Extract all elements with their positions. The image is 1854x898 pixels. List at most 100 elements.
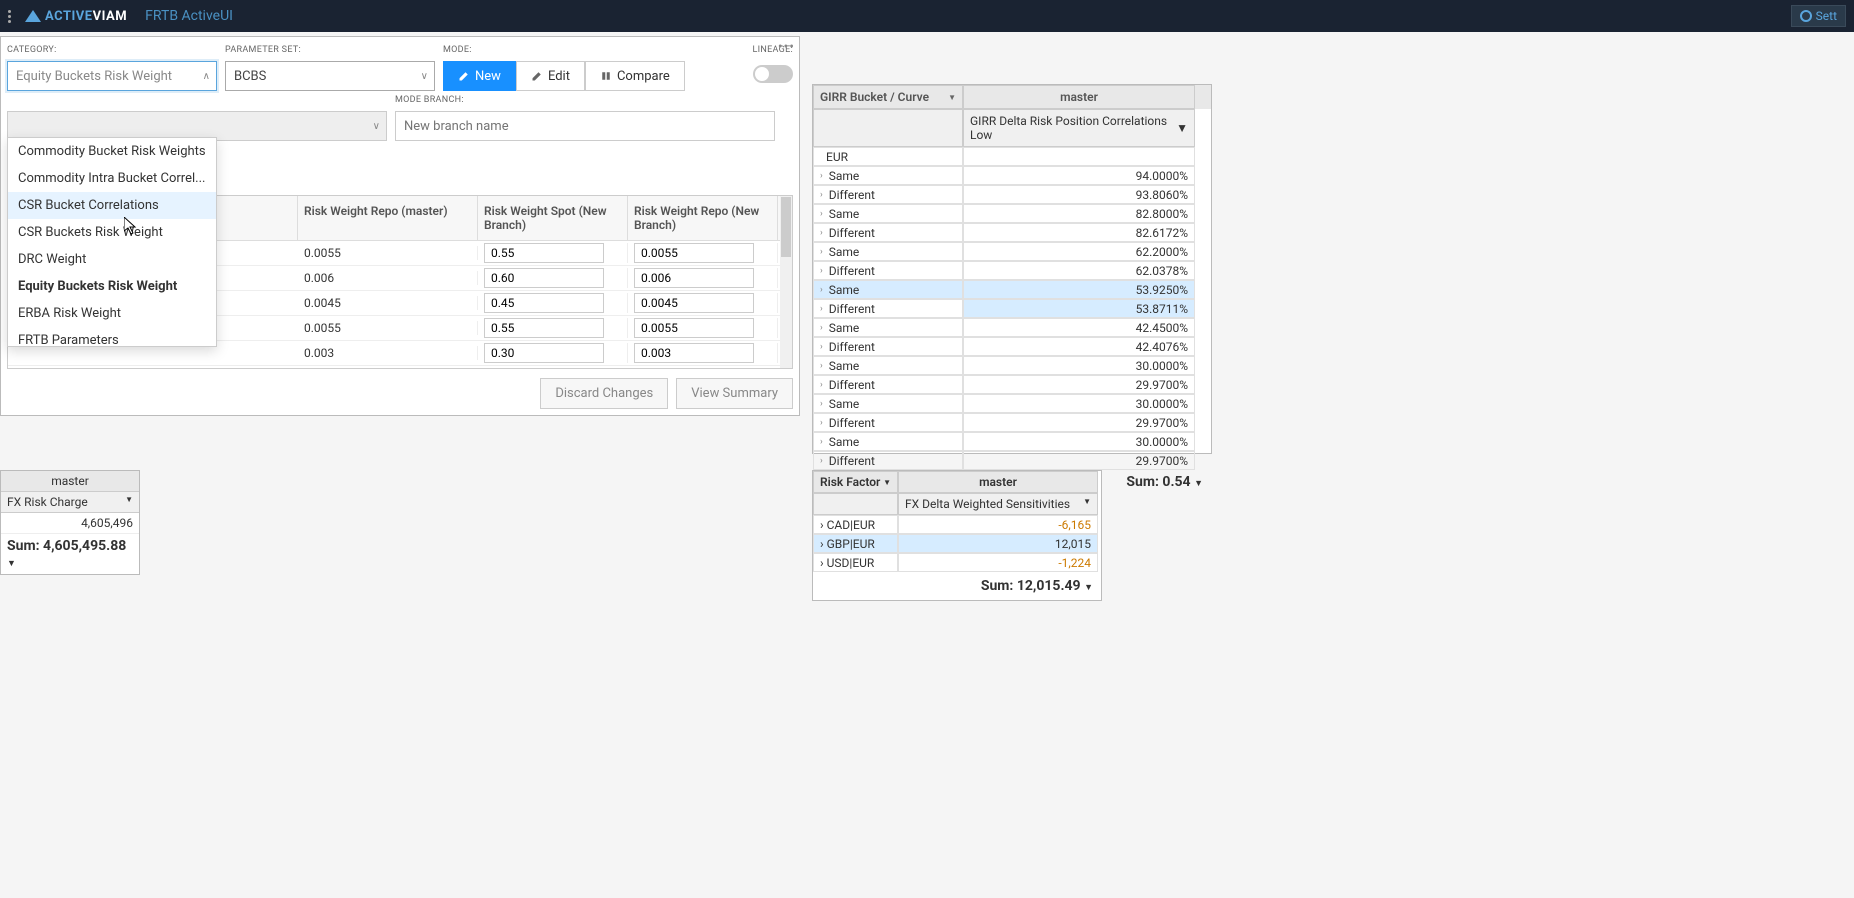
expand-icon[interactable]: › xyxy=(820,285,823,295)
expand-icon[interactable]: › xyxy=(820,228,823,238)
girr-row[interactable]: ›Same42.4500% xyxy=(813,318,1211,337)
fx-row[interactable]: ›USD|EUR-1,224 xyxy=(813,553,1101,572)
spot-input[interactable] xyxy=(484,368,604,369)
expand-icon[interactable]: › xyxy=(820,190,823,200)
expand-icon[interactable]: › xyxy=(820,247,823,257)
expand-icon[interactable]: › xyxy=(820,418,823,428)
expand-icon[interactable]: › xyxy=(820,209,823,219)
fx-risk-charge-panel: master FX Risk Charge▼ 4,605,496 Sum: 4,… xyxy=(0,470,140,575)
expand-icon[interactable]: › xyxy=(820,437,823,447)
editor-scrollbar[interactable] xyxy=(780,196,792,368)
girr-header-master: master xyxy=(963,85,1195,109)
fx-row[interactable]: ›GBP|EUR12,015 xyxy=(813,534,1101,553)
parameter-set-select[interactable]: BCBS ∨ xyxy=(225,61,435,91)
category-select[interactable]: Equity Buckets Risk Weight ∧ xyxy=(7,61,217,91)
view-summary-button[interactable]: View Summary xyxy=(676,378,793,409)
fx-row[interactable]: ›CAD|EUR-6,165 xyxy=(813,515,1101,534)
girr-row[interactable]: ›Different29.9700% xyxy=(813,375,1211,394)
mode-new-button[interactable]: New xyxy=(443,61,516,91)
girr-row[interactable]: ›Same62.2000% xyxy=(813,242,1211,261)
spot-input[interactable] xyxy=(484,318,604,338)
category-option[interactable]: DRC Weight xyxy=(8,246,216,273)
category-label: CATEGORY: xyxy=(7,45,217,55)
girr-row[interactable]: ›Different29.9700% xyxy=(813,451,1211,470)
top-bar: ACTIVEVIAM FRTB ActiveUI Sett xyxy=(0,0,1854,32)
expand-icon[interactable]: › xyxy=(820,323,823,333)
branch-name-input[interactable] xyxy=(395,111,775,141)
app-menu-icon[interactable] xyxy=(8,10,11,23)
discard-changes-button[interactable]: Discard Changes xyxy=(540,378,668,409)
category-option[interactable]: Commodity Intra Bucket Correl... xyxy=(8,165,216,192)
girr-row[interactable]: ›Different62.0378% xyxy=(813,261,1211,280)
spot-input[interactable] xyxy=(484,268,604,288)
repo-input[interactable] xyxy=(634,318,754,338)
mode-compare-label: Compare xyxy=(617,69,670,84)
girr-row[interactable]: ›Same30.0000% xyxy=(813,432,1211,451)
lineage-toggle[interactable] xyxy=(753,65,793,83)
girr-row[interactable]: ›Same94.0000% xyxy=(813,166,1211,185)
category-option[interactable]: FRTB Parameters xyxy=(8,327,216,347)
mode-edit-label: Edit xyxy=(548,69,570,84)
chevron-down-icon: ∨ xyxy=(373,121,380,132)
mode-compare-button[interactable]: Compare xyxy=(585,61,685,91)
expand-icon[interactable]: › xyxy=(820,171,823,181)
girr-sub-select[interactable]: GIRR Delta Risk Position Correlations Lo… xyxy=(963,109,1195,147)
girr-currency-cell xyxy=(813,109,963,147)
category-option[interactable]: Equity Buckets Risk Weight xyxy=(8,273,216,300)
repo-input[interactable] xyxy=(634,243,754,263)
girr-row[interactable]: ›Different82.6172% xyxy=(813,223,1211,242)
logo-triangle-icon xyxy=(25,10,41,22)
panel-menu-icon[interactable]: ••• xyxy=(778,39,795,55)
dropdown-icon: ▼ xyxy=(1176,121,1188,135)
expand-icon[interactable]: › xyxy=(820,266,823,276)
girr-header-bucket[interactable]: GIRR Bucket / Curve▼ xyxy=(813,85,963,109)
mini-sub-select[interactable]: FX Risk Charge▼ xyxy=(1,492,139,513)
fx-header-risk[interactable]: Risk Factor▼ xyxy=(813,471,898,493)
category-option[interactable]: Commodity Bucket Risk Weights xyxy=(8,138,216,165)
girr-row[interactable]: ›Same30.0000% xyxy=(813,356,1211,375)
dropdown-icon: ▼ xyxy=(948,93,956,102)
girr-row[interactable]: ›Same53.9250% xyxy=(813,280,1211,299)
mode-branch-label: MODE BRANCH: xyxy=(395,95,775,105)
expand-icon[interactable]: › xyxy=(820,342,823,352)
girr-row[interactable]: ›Different42.4076% xyxy=(813,337,1211,356)
category-dropdown[interactable]: Commodity Bucket Risk WeightsCommodity I… xyxy=(7,137,217,347)
girr-row[interactable]: ›Different53.8711% xyxy=(813,299,1211,318)
mode-edit-button[interactable]: Edit xyxy=(516,61,585,91)
expand-icon[interactable]: › xyxy=(820,361,823,371)
girr-row[interactable]: ›Same30.0000% xyxy=(813,394,1211,413)
repo-input[interactable] xyxy=(634,268,754,288)
fx-sub-select[interactable]: FX Delta Weighted Sensitivities▼ xyxy=(898,493,1098,515)
pencil-icon xyxy=(531,70,543,82)
mode-new-label: New xyxy=(475,69,501,84)
expand-icon[interactable]: › xyxy=(820,380,823,390)
expand-icon[interactable]: › xyxy=(820,456,823,466)
col-header-spot-new: Risk Weight Spot (New Branch) xyxy=(478,196,628,240)
repo-input[interactable] xyxy=(634,293,754,313)
parameter-set-value: BCBS xyxy=(234,69,266,84)
category-option[interactable]: ERBA Risk Weight xyxy=(8,300,216,327)
mode-label: MODE: xyxy=(443,45,685,55)
spot-input[interactable] xyxy=(484,293,604,313)
expand-icon[interactable]: › xyxy=(820,556,824,570)
spot-input[interactable] xyxy=(484,343,604,363)
expand-icon[interactable]: › xyxy=(820,537,824,551)
edit-icon xyxy=(458,70,470,82)
girr-row[interactable]: ›Different29.9700% xyxy=(813,413,1211,432)
logo: ACTIVEVIAM xyxy=(25,9,127,24)
expand-icon[interactable]: › xyxy=(820,518,824,532)
repo-input[interactable] xyxy=(634,343,754,363)
category-option[interactable]: CSR Bucket Correlations xyxy=(8,192,216,219)
spot-input[interactable] xyxy=(484,243,604,263)
repo-input[interactable] xyxy=(634,368,754,369)
fx-sum: Sum: 12,015.49 ▼ xyxy=(813,572,1101,600)
girr-row[interactable]: ›Same82.8000% xyxy=(813,204,1211,223)
settings-label: Sett xyxy=(1816,9,1837,23)
category-option[interactable]: CSR Buckets Risk Weight xyxy=(8,219,216,246)
parameter-set-label: PARAMETER SET: xyxy=(225,45,435,55)
expand-icon[interactable]: › xyxy=(820,399,823,409)
expand-icon[interactable]: › xyxy=(820,304,823,314)
girr-row[interactable]: ›Different93.8060% xyxy=(813,185,1211,204)
table-row: 60.350.0035 xyxy=(8,366,792,369)
settings-button[interactable]: Sett xyxy=(1791,5,1846,27)
